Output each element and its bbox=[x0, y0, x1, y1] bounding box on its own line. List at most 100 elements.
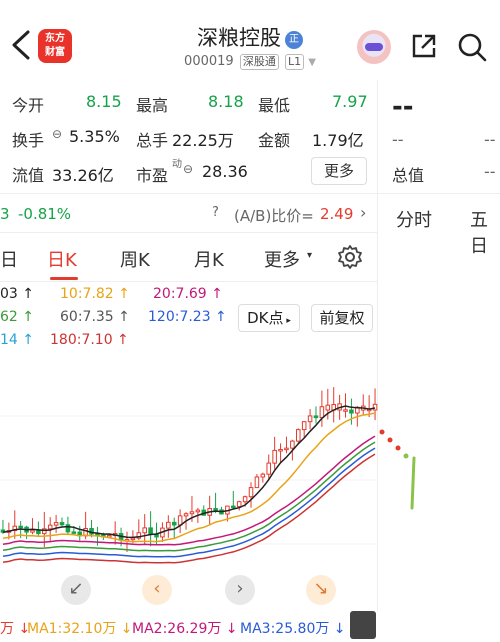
divider bbox=[0, 232, 378, 233]
tab-month-k[interactable]: 月K bbox=[194, 246, 224, 272]
float-label: 流值 bbox=[12, 166, 45, 185]
ma30-label: 62 ↑ bbox=[0, 309, 34, 325]
app-logo: 东方 财富 bbox=[38, 29, 72, 63]
more-button[interactable]: 更多 bbox=[311, 157, 367, 185]
stock-code-line[interactable]: 000019 深股通 L1 ▼ bbox=[150, 54, 350, 70]
tab-intraday[interactable]: 分时 bbox=[396, 206, 432, 232]
candle-body bbox=[290, 440, 295, 449]
pe-super: 动 bbox=[172, 159, 182, 170]
settings-gear-icon[interactable] bbox=[337, 244, 363, 270]
pe-info-icon[interactable]: ⊖ bbox=[183, 162, 193, 176]
tab-week-k[interactable]: 周K bbox=[120, 246, 150, 272]
ma5-label: 03 ↑ bbox=[0, 286, 34, 302]
stock-title: 深粮控股正 bbox=[150, 22, 350, 52]
more-dropdown-icon[interactable]: ▾ bbox=[307, 250, 312, 261]
vol-ma1: MA1:32.10万 ↓ bbox=[27, 621, 133, 637]
total-value-label: 总值 bbox=[392, 166, 425, 185]
active-tab-indicator bbox=[50, 277, 78, 280]
tab-more[interactable]: 更多 bbox=[264, 246, 300, 272]
next-button[interactable]: › bbox=[225, 575, 255, 605]
low-value: 7.97 bbox=[332, 92, 368, 111]
share-icon[interactable] bbox=[410, 32, 438, 60]
forecast-dots bbox=[379, 429, 416, 510]
candle-body bbox=[18, 525, 23, 529]
ma60-label: 60:7.35 ↑ bbox=[60, 309, 130, 325]
candle-body bbox=[142, 527, 147, 534]
ma-line bbox=[2, 405, 376, 539]
volume-label: 总手 bbox=[136, 131, 169, 150]
dropdown-icon[interactable]: ▼ bbox=[308, 57, 316, 68]
right-value-2: -- bbox=[484, 130, 496, 149]
divider bbox=[0, 281, 378, 282]
amount-value: 1.79亿 bbox=[312, 131, 364, 150]
ab-ratio-value: 2.49 bbox=[320, 205, 354, 223]
candle-body bbox=[130, 537, 136, 541]
stock-name: 深粮控股 bbox=[197, 26, 281, 50]
vol-ma2: MA2:26.29万 ↓ bbox=[132, 621, 238, 637]
pe-label: 市盈 bbox=[136, 166, 169, 185]
amount-label: 金额 bbox=[258, 131, 291, 150]
high-label: 最高 bbox=[136, 96, 169, 115]
total-value-value: -- bbox=[484, 162, 496, 181]
candle-body bbox=[278, 448, 283, 452]
high-value: 8.18 bbox=[208, 92, 244, 111]
right-price: -- bbox=[392, 92, 414, 122]
tab-partial[interactable]: 日 bbox=[0, 246, 18, 272]
candle-body bbox=[313, 415, 319, 419]
candle-body bbox=[65, 524, 71, 533]
fq-button[interactable]: 前复权 bbox=[311, 304, 373, 332]
candle-body bbox=[266, 462, 272, 475]
nav-left-circle-1[interactable]: ↙ bbox=[61, 575, 91, 605]
candle-body bbox=[47, 524, 53, 530]
ma-line bbox=[2, 435, 376, 546]
volume-value: 22.25万 bbox=[172, 131, 234, 150]
float-value: 33.26亿 bbox=[52, 166, 114, 185]
candle-body bbox=[325, 404, 331, 411]
back-arrow-icon[interactable] bbox=[8, 28, 36, 62]
candle-body bbox=[171, 521, 177, 526]
volume-toggle-icon[interactable] bbox=[350, 611, 376, 639]
vol-ma3: MA3:25.80万 ↓ bbox=[240, 621, 346, 637]
candle-body bbox=[195, 509, 201, 513]
candle-body bbox=[59, 522, 65, 526]
candle-body bbox=[260, 473, 266, 478]
prev-button[interactable]: ‹ bbox=[142, 575, 172, 605]
turnover-label: 换手 bbox=[12, 131, 45, 150]
chevron-right-icon[interactable]: › bbox=[360, 203, 366, 222]
ab-ratio-label: (A/B)比价= bbox=[234, 207, 314, 225]
candle-body bbox=[301, 421, 307, 431]
candle-body bbox=[53, 522, 59, 526]
ma180-label: 180:7.10 ↑ bbox=[50, 332, 129, 348]
left-fragment: 3 bbox=[0, 205, 10, 223]
zoom-button[interactable]: ↘ bbox=[306, 575, 336, 605]
candle-body bbox=[272, 449, 277, 464]
ma20-label: 20:7.69 ↑ bbox=[153, 286, 223, 302]
candle-body bbox=[254, 476, 260, 489]
low-label: 最低 bbox=[258, 96, 291, 115]
volume-ma-bar: 万 ↓ MA1:32.10万 ↓ MA2:26.29万 ↓ MA3:25.80万… bbox=[0, 611, 378, 642]
kline-chart[interactable] bbox=[0, 350, 378, 608]
candle-body bbox=[319, 406, 325, 419]
candle-body bbox=[236, 501, 242, 508]
tab-day-k[interactable]: 日K bbox=[47, 246, 77, 272]
tab-five-day[interactable]: 五日 bbox=[470, 206, 500, 258]
search-icon[interactable] bbox=[457, 32, 487, 62]
assistant-avatar-icon[interactable] bbox=[357, 30, 391, 64]
candle-body bbox=[284, 447, 289, 451]
info-icon[interactable]: ⊖ bbox=[52, 127, 62, 141]
candle-body bbox=[372, 403, 378, 411]
candle-body bbox=[177, 515, 183, 526]
level-tag: L1 bbox=[284, 54, 305, 70]
help-icon[interactable]: ? bbox=[212, 205, 219, 220]
candle-body bbox=[148, 527, 153, 535]
candle-body bbox=[242, 496, 248, 503]
vol-fragment: 万 ↓ bbox=[0, 621, 31, 637]
candle-body bbox=[166, 521, 171, 529]
divider bbox=[0, 193, 500, 194]
candle-body bbox=[30, 529, 35, 533]
dk-point-button[interactable]: DK点 ▸ bbox=[238, 304, 300, 332]
ma10-label: 10:7.82 ↑ bbox=[60, 286, 130, 302]
open-label: 今开 bbox=[12, 96, 45, 115]
candle-body bbox=[349, 409, 354, 414]
pe-value: 28.36 bbox=[202, 162, 248, 181]
